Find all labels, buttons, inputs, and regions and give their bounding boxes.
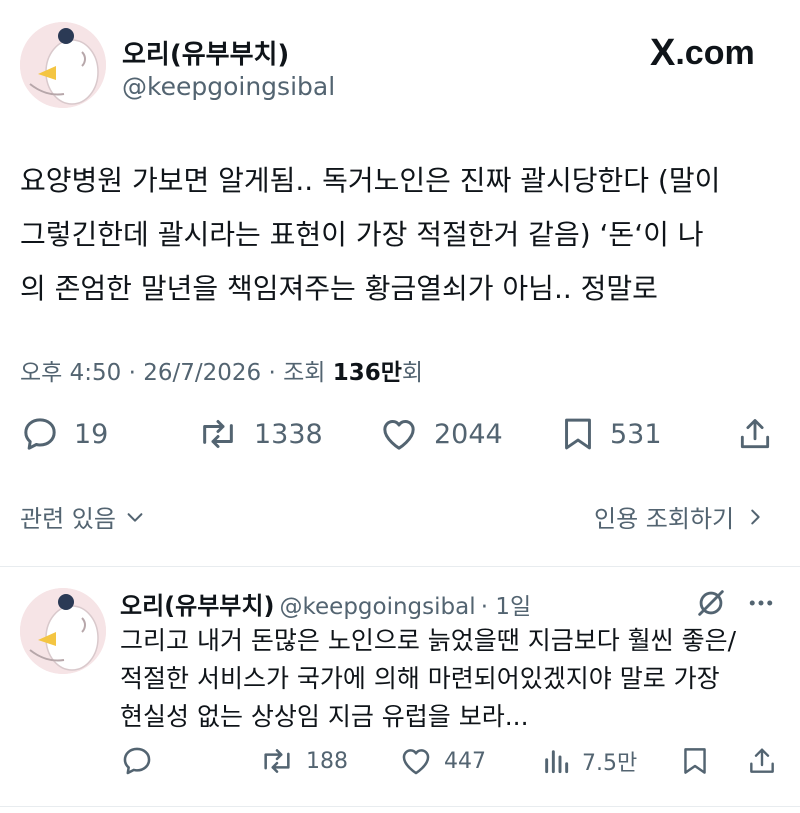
tweet-time[interactable]: 오후 4:50 — [20, 360, 121, 386]
views-prefix: 조회 — [283, 360, 326, 386]
chevron-right-icon — [751, 509, 760, 524]
analytics-icon — [545, 750, 569, 774]
views-suffix: 회 — [401, 360, 424, 386]
retweet-icon — [203, 420, 233, 448]
share-icon — [750, 748, 774, 773]
reply-icon — [24, 418, 56, 450]
reply-header: 오리(유부부치) @keepgoingsibal · 1일 — [120, 586, 531, 621]
share-button[interactable] — [736, 414, 788, 454]
retweet-icon — [264, 749, 290, 773]
chevron-down-icon — [127, 512, 143, 522]
bookmark-icon — [565, 418, 591, 450]
reply-like-count: 447 — [444, 748, 486, 774]
grok-icon — [698, 590, 724, 616]
reply-retweet-count: 188 — [306, 748, 348, 774]
duck-avatar-icon — [20, 588, 106, 674]
tweet-meta: 오후 4:50 · 26/7/2026 · 조회 136만회 — [20, 353, 423, 387]
more-icon — [749, 600, 773, 606]
reply-icon — [123, 747, 151, 775]
grok-button[interactable] — [694, 586, 728, 624]
bookmark-icon — [684, 748, 706, 774]
user-handle[interactable]: @keepgoingsibal — [122, 72, 335, 101]
reply-line: 현실성 없는 상상임 지금 유럽을 보라... — [120, 702, 529, 731]
reply-line: 그리고 내거 돈많은 노인으로 늙었을땐 지금보다 훨씬 좋은/ — [120, 626, 737, 655]
related-label: 관련 있음 — [20, 505, 116, 533]
x-com-logo: X .com — [650, 32, 755, 75]
more-options-button[interactable] — [744, 588, 778, 622]
reply-line: 적절한 서비스가 국가에 의해 마련되어있겠지야 말로 가장 — [120, 664, 720, 693]
reply-body: 그리고 내거 돈많은 노인으로 늙었을땐 지금보다 훨씬 좋은/ 적절한 서비스… — [120, 622, 790, 736]
retweet-button[interactable]: 1338 — [196, 414, 323, 454]
share-icon — [740, 419, 770, 449]
tweet-date[interactable]: 26/7/2026 — [143, 360, 261, 386]
bookmark-button[interactable]: 531 — [560, 414, 662, 454]
reply-bookmark-button[interactable] — [680, 744, 720, 778]
separator-dot: · — [128, 360, 136, 386]
view-quotes-link[interactable]: 인용 조회하기 — [594, 499, 766, 534]
reply-like-button[interactable]: 447 — [398, 744, 486, 778]
divider — [0, 806, 800, 807]
reply-button[interactable]: 19 — [20, 414, 108, 454]
related-toggle[interactable]: 관련 있음 — [20, 499, 146, 534]
reply-views-button[interactable]: 7.5만 — [540, 744, 637, 778]
tweet-line: 의 존엄한 말년을 책임져주는 황금열쇠가 아님.. 정말로 — [20, 272, 658, 305]
divider — [0, 566, 800, 567]
reply-share-button[interactable] — [746, 744, 788, 778]
heart-icon — [383, 420, 415, 450]
reply-reply-button[interactable] — [120, 744, 164, 778]
display-name[interactable]: 오리(유부부치) — [122, 34, 289, 71]
reply-count: 19 — [74, 418, 109, 450]
duck-avatar-icon — [20, 22, 106, 108]
reply-display-name[interactable]: 오리(유부부치) — [120, 592, 274, 620]
tweet-body: 요양병원 가보면 알게됨.. 독거노인은 진짜 괄시당한다 (말이 그렇긴한데 … — [20, 154, 780, 316]
separator-dot: · — [268, 360, 276, 386]
heart-icon — [402, 749, 430, 775]
reply-view-count: 7.5만 — [582, 751, 638, 776]
tweet-line: 요양병원 가보면 알게됨.. 독거노인은 진짜 괄시당한다 (말이 — [20, 164, 721, 197]
retweet-count: 1338 — [254, 418, 323, 450]
like-button[interactable]: 2044 — [378, 414, 503, 454]
reply-retweet-button[interactable]: 188 — [258, 744, 348, 778]
bookmark-count: 531 — [610, 418, 662, 450]
brand-domain: .com — [675, 34, 755, 72]
reply-avatar[interactable] — [20, 588, 106, 674]
reply-handle[interactable]: @keepgoingsibal — [280, 594, 476, 620]
tweet-line: 그렇긴한데 괄시라는 표현이 가장 적절한거 같음) ‘돈‘이 나 — [20, 218, 704, 251]
x-logo-icon: X — [650, 32, 676, 74]
like-count: 2044 — [434, 418, 503, 450]
views-count: 136만 — [332, 360, 402, 386]
avatar[interactable] — [20, 22, 106, 108]
reply-age[interactable]: · 1일 — [481, 594, 531, 620]
view-quotes-label: 인용 조회하기 — [594, 505, 735, 533]
